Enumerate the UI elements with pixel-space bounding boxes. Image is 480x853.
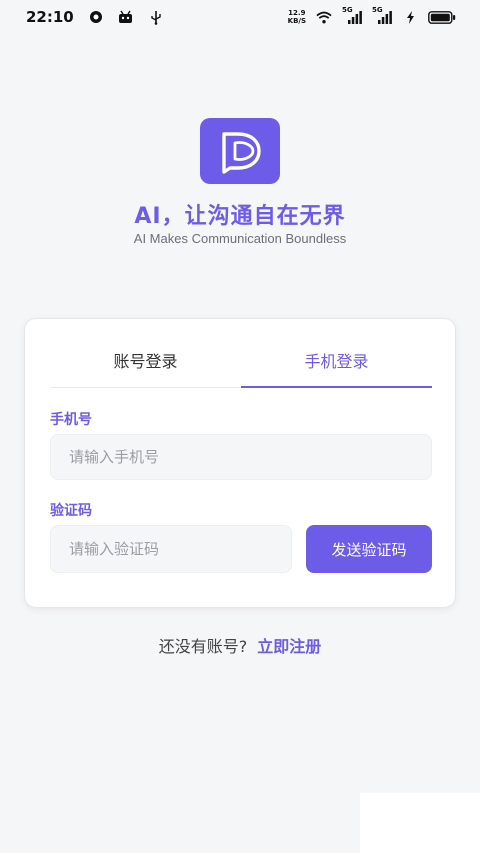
battery-icon (428, 9, 456, 25)
net-speed-value: 12.9 (288, 9, 306, 17)
signal-icon: 5G (372, 6, 392, 25)
signal-icon: 5G (342, 6, 362, 25)
status-bar-left: 22:10 (26, 8, 164, 26)
wifi-icon (316, 9, 332, 25)
sim2-label: 5G (372, 6, 383, 14)
circle-app-icon (88, 9, 104, 25)
register-prompt-text: 还没有账号? (158, 637, 248, 656)
android-icon (118, 9, 134, 25)
status-bar-right: 12.9 KB/S 5G 5G (288, 6, 456, 25)
app-logo-icon (200, 118, 280, 184)
app-subtitle: AI Makes Communication Boundless (133, 231, 347, 246)
corner-overlay (360, 793, 480, 853)
charging-icon (402, 9, 418, 25)
code-label: 验证码 (50, 503, 92, 519)
net-speed: 12.9 KB/S (288, 9, 306, 25)
login-tabs: 账号登录 手机登录 (50, 343, 432, 388)
verification-code-input[interactable] (50, 525, 292, 573)
net-speed-unit: KB/S (287, 17, 306, 25)
tab-account-login[interactable]: 账号登录 (50, 343, 241, 387)
status-bar: 22:10 12.9 KB/S 5G 5G (0, 0, 480, 34)
sim1-label: 5G (342, 6, 353, 14)
tab-phone-login[interactable]: 手机登录 (241, 343, 432, 388)
phone-input[interactable] (50, 434, 432, 480)
app-title: AI，让沟通自在无界 (134, 204, 346, 229)
register-prompt: 还没有账号? 立即注册 (0, 633, 480, 657)
login-card: 账号登录 手机登录 手机号 验证码 发送验证码 (24, 318, 456, 608)
phone-label: 手机号 (50, 412, 92, 428)
register-link[interactable]: 立即注册 (257, 637, 321, 656)
send-code-button[interactable]: 发送验证码 (306, 525, 432, 573)
usb-icon (148, 9, 164, 25)
status-time: 22:10 (26, 8, 74, 26)
